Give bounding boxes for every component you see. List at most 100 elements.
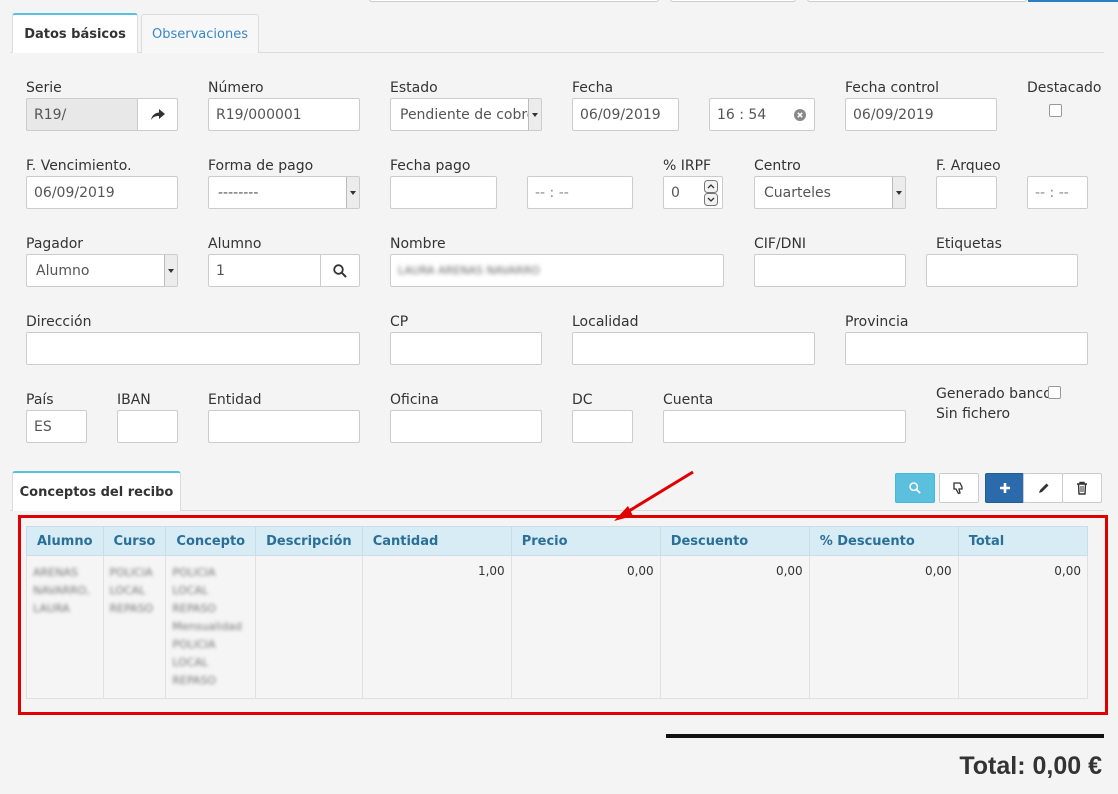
direccion-field[interactable] bbox=[26, 332, 360, 365]
iban-label: IBAN bbox=[117, 392, 151, 408]
trash-icon bbox=[1077, 481, 1087, 495]
destacado-label: Destacado bbox=[1027, 80, 1102, 96]
tab-datos-basicos[interactable]: Datos básicos bbox=[12, 13, 138, 53]
vencimiento-field[interactable]: 06/09/2019 bbox=[26, 176, 178, 209]
numero-label: Número bbox=[208, 80, 264, 96]
dislike-button[interactable] bbox=[939, 473, 979, 503]
irpf-stepper[interactable] bbox=[704, 180, 718, 206]
edit-button[interactable] bbox=[1023, 473, 1063, 503]
estado-label: Estado bbox=[390, 80, 438, 96]
alumno-field[interactable]: 1 bbox=[208, 254, 321, 287]
thumbs-down-icon bbox=[953, 482, 963, 495]
stepper-down-icon[interactable] bbox=[704, 193, 718, 206]
generado-banco-checkbox[interactable] bbox=[1048, 386, 1061, 399]
cif-field[interactable] bbox=[754, 254, 906, 287]
delete-button[interactable] bbox=[1062, 473, 1102, 503]
top-toolbar-primary-fragment bbox=[1028, 0, 1118, 2]
centro-value: Cuarteles bbox=[764, 184, 831, 201]
numero-field[interactable]: R19/000001 bbox=[208, 98, 360, 131]
pagador-select[interactable]: Alumno bbox=[26, 254, 178, 287]
tab-conceptos[interactable]: Conceptos del recibo bbox=[12, 471, 181, 511]
nombre-field[interactable]: LAURA ARENAS NAVARRO bbox=[390, 254, 724, 287]
chevron-down-icon bbox=[892, 177, 905, 208]
estado-select[interactable]: Pendiente de cobro bbox=[390, 98, 542, 131]
iban-field[interactable] bbox=[117, 410, 178, 443]
fecha-field[interactable]: 06/09/2019 bbox=[572, 98, 679, 131]
search-icon bbox=[333, 263, 347, 278]
cuenta-label: Cuenta bbox=[663, 392, 714, 408]
vencimiento-label: F. Vencimiento. bbox=[26, 158, 132, 174]
table-row[interactable]: ARENAS NAVARRO, LAURA POLICIA LOCAL REPA… bbox=[26, 555, 1089, 699]
share-arrow-icon bbox=[150, 108, 165, 120]
generado-banco-label: Generado banco bbox=[936, 386, 1052, 402]
plus-icon bbox=[999, 483, 1010, 493]
nombre-label: Nombre bbox=[390, 236, 446, 252]
col-header-curso[interactable]: Curso bbox=[102, 526, 167, 556]
fecha-pago-time-field[interactable]: -- : -- bbox=[527, 176, 633, 209]
arqueo-label: F. Arqueo bbox=[936, 158, 1001, 174]
cp-field[interactable] bbox=[390, 332, 542, 365]
localidad-field[interactable] bbox=[572, 332, 815, 365]
pais-field[interactable]: ES bbox=[26, 410, 87, 443]
cell-precio: 0,00 bbox=[510, 555, 661, 699]
fecha-time-value: 16 : 54 bbox=[717, 106, 767, 123]
chevron-down-icon bbox=[346, 177, 359, 208]
stepper-up-icon[interactable] bbox=[704, 180, 718, 193]
col-header-descuento[interactable]: Descuento bbox=[659, 526, 810, 556]
col-header-descripcion[interactable]: Descripción bbox=[255, 526, 363, 556]
cp-label: CP bbox=[390, 314, 409, 330]
col-header-total[interactable]: Total bbox=[957, 526, 1089, 556]
tab-observaciones[interactable]: Observaciones bbox=[141, 14, 259, 53]
cell-alumno: ARENAS NAVARRO, LAURA bbox=[26, 555, 104, 699]
tab-label: Conceptos del recibo bbox=[19, 484, 174, 500]
fecha-control-label: Fecha control bbox=[845, 80, 940, 96]
entidad-label: Entidad bbox=[208, 392, 262, 408]
search-button[interactable] bbox=[895, 473, 935, 503]
fecha-pago-field[interactable] bbox=[390, 176, 497, 209]
centro-select[interactable]: Cuarteles bbox=[754, 176, 906, 209]
forma-pago-label: Forma de pago bbox=[208, 158, 314, 174]
tab-label: Observaciones bbox=[152, 26, 248, 42]
oficina-label: Oficina bbox=[390, 392, 439, 408]
estado-value: Pendiente de cobro bbox=[400, 106, 536, 123]
pais-label: País bbox=[26, 392, 54, 408]
dc-label: DC bbox=[572, 392, 593, 408]
cif-label: CIF/DNI bbox=[754, 236, 807, 252]
alumno-search-button[interactable] bbox=[320, 254, 360, 287]
centro-label: Centro bbox=[754, 158, 801, 174]
cuenta-field[interactable] bbox=[663, 410, 906, 443]
oficina-field[interactable] bbox=[390, 410, 542, 443]
cell-cantidad: 1,00 bbox=[361, 555, 512, 699]
fecha-label: Fecha bbox=[572, 80, 614, 96]
forma-pago-select[interactable]: -------- bbox=[208, 176, 360, 209]
clear-icon[interactable] bbox=[794, 109, 806, 121]
col-header-cantidad[interactable]: Cantidad bbox=[361, 526, 512, 556]
cell-concepto: POLICIA LOCAL REPASO Mensualidad POLICIA… bbox=[165, 555, 257, 699]
direccion-label: Dirección bbox=[26, 314, 92, 330]
fecha-time-field[interactable]: 16 : 54 bbox=[709, 98, 815, 131]
table-header-row: Alumno Curso Concepto Descripción Cantid… bbox=[26, 526, 1089, 556]
col-header-precio[interactable]: Precio bbox=[510, 526, 661, 556]
serie-label: Serie bbox=[26, 80, 62, 96]
arqueo-field[interactable] bbox=[936, 176, 997, 209]
serie-go-button[interactable] bbox=[137, 98, 178, 131]
tab-label: Datos básicos bbox=[24, 26, 126, 42]
irpf-field[interactable]: 0 bbox=[663, 176, 723, 209]
top-toolbar-fragment bbox=[369, 0, 659, 2]
total-amount: Total: 0,00 € bbox=[959, 752, 1102, 780]
arqueo-time-field[interactable]: -- : -- bbox=[1027, 176, 1088, 209]
col-header-alumno[interactable]: Alumno bbox=[26, 526, 104, 556]
col-header-pct-descuento[interactable]: % Descuento bbox=[808, 526, 959, 556]
top-toolbar-fragment bbox=[670, 0, 796, 2]
irpf-label: % IRPF bbox=[663, 158, 712, 174]
entidad-field[interactable] bbox=[208, 410, 360, 443]
etiquetas-field[interactable] bbox=[926, 254, 1078, 287]
destacado-checkbox[interactable] bbox=[1049, 104, 1062, 117]
add-button[interactable] bbox=[985, 473, 1024, 503]
dc-field[interactable] bbox=[572, 410, 633, 443]
sin-fichero-label: Sin fichero bbox=[936, 406, 1011, 422]
provincia-field[interactable] bbox=[845, 332, 1088, 365]
fecha-control-field[interactable]: 06/09/2019 bbox=[845, 98, 997, 131]
serie-field[interactable]: R19/ bbox=[26, 98, 138, 131]
col-header-concepto[interactable]: Concepto bbox=[165, 526, 257, 556]
